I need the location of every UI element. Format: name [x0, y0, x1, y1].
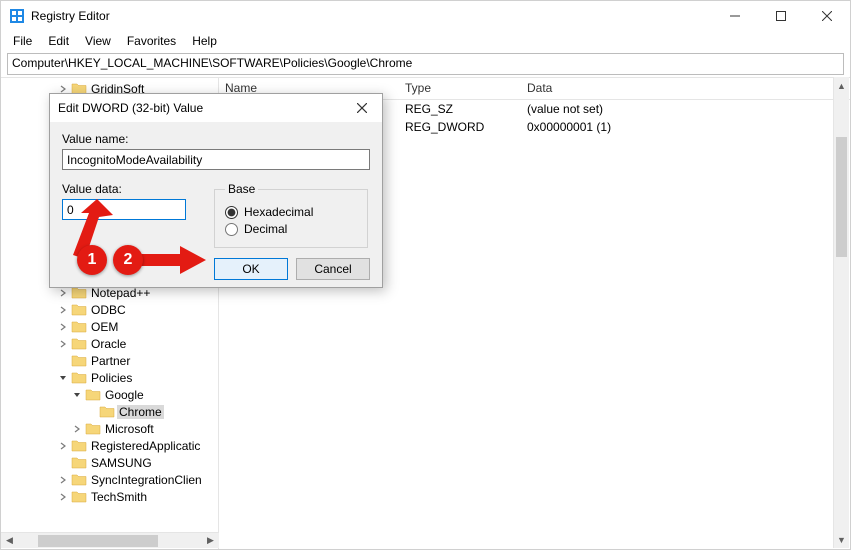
ok-button[interactable]: OK: [214, 258, 288, 280]
expand-icon[interactable]: [71, 423, 83, 435]
tree-item[interactable]: Partner: [1, 352, 218, 369]
dialog-close-button[interactable]: [350, 96, 374, 120]
radio-dec-input[interactable]: [225, 223, 238, 236]
value-name-field[interactable]: [62, 149, 370, 170]
dialog-title: Edit DWORD (32-bit) Value: [58, 101, 350, 115]
tree-item[interactable]: Google: [1, 386, 218, 403]
tree-item[interactable]: Policies: [1, 369, 218, 386]
expand-icon[interactable]: [57, 321, 69, 333]
value-data-label: Value data:: [62, 182, 186, 196]
annotation-step-2: 2: [113, 245, 143, 275]
type-cell: REG_SZ: [399, 102, 521, 116]
window-controls: [712, 1, 850, 31]
tree-item-label: Google: [103, 388, 146, 402]
scroll-thumb[interactable]: [836, 137, 847, 257]
tree-item-label: SAMSUNG: [89, 456, 154, 470]
folder-icon: [71, 320, 87, 334]
tree-item-label: Policies: [89, 371, 134, 385]
folder-icon: [71, 490, 87, 504]
tree-item-label: Chrome: [117, 405, 164, 419]
folder-icon: [71, 473, 87, 487]
folder-icon: [71, 371, 87, 385]
tree-item-label: ODBC: [89, 303, 128, 317]
vertical-scrollbar[interactable]: ▲ ▼: [833, 77, 849, 548]
minimize-button[interactable]: [712, 1, 758, 31]
tree-item[interactable]: OEM: [1, 318, 218, 335]
expand-icon[interactable]: [85, 406, 97, 418]
tree-item-label: SyncIntegrationClien: [89, 473, 204, 487]
column-data[interactable]: Data: [521, 78, 850, 99]
folder-icon: [71, 439, 87, 453]
expand-icon[interactable]: [57, 338, 69, 350]
expand-icon[interactable]: [57, 355, 69, 367]
tree-item[interactable]: Chrome: [1, 403, 218, 420]
dialog-titlebar[interactable]: Edit DWORD (32-bit) Value: [50, 94, 382, 122]
scroll-up-arrow-icon[interactable]: ▲: [834, 77, 849, 94]
radio-hex-label: Hexadecimal: [244, 205, 313, 219]
value-name-label: Value name:: [62, 132, 370, 146]
maximize-button[interactable]: [758, 1, 804, 31]
annotation-step-1: 1: [77, 245, 107, 275]
folder-icon: [85, 422, 101, 436]
annotation-arrow-2: [136, 246, 206, 277]
tree-item-label: Partner: [89, 354, 132, 368]
radio-hexadecimal[interactable]: Hexadecimal: [225, 205, 357, 219]
close-button[interactable]: [804, 1, 850, 31]
data-cell: (value not set): [521, 102, 609, 116]
tree-item[interactable]: RegisteredApplicatic: [1, 437, 218, 454]
folder-icon: [85, 388, 101, 402]
cancel-button[interactable]: Cancel: [296, 258, 370, 280]
tree-item[interactable]: ODBC: [1, 301, 218, 318]
tree-item[interactable]: SAMSUNG: [1, 454, 218, 471]
type-cell: REG_DWORD: [399, 120, 521, 134]
collapse-icon[interactable]: [57, 372, 69, 384]
scroll-thumb[interactable]: [38, 535, 158, 547]
expand-icon[interactable]: [57, 304, 69, 316]
scroll-right-arrow-icon[interactable]: ▶: [202, 535, 219, 546]
menu-help[interactable]: Help: [184, 32, 225, 50]
folder-icon: [71, 337, 87, 351]
tree-item[interactable]: TechSmith: [1, 488, 218, 505]
regedit-icon: [9, 8, 25, 24]
folder-icon: [71, 456, 87, 470]
radio-hex-input[interactable]: [225, 206, 238, 219]
expand-icon[interactable]: [57, 474, 69, 486]
base-legend: Base: [225, 182, 258, 196]
folder-icon: [71, 303, 87, 317]
tree-item[interactable]: Oracle: [1, 335, 218, 352]
scroll-down-arrow-icon[interactable]: ▼: [834, 531, 849, 548]
menu-favorites[interactable]: Favorites: [119, 32, 184, 50]
folder-icon: [71, 354, 87, 368]
expand-icon[interactable]: [57, 457, 69, 469]
base-fieldset: Base Hexadecimal Decimal: [214, 182, 368, 248]
tree-item[interactable]: Microsoft: [1, 420, 218, 437]
menu-file[interactable]: File: [5, 32, 40, 50]
radio-dec-label: Decimal: [244, 222, 287, 236]
menu-view[interactable]: View: [77, 32, 119, 50]
tree-item[interactable]: SyncIntegrationClien: [1, 471, 218, 488]
collapse-icon[interactable]: [71, 389, 83, 401]
titlebar: Registry Editor: [1, 1, 850, 31]
tree-item-label: RegisteredApplicatic: [89, 439, 202, 453]
menubar: File Edit View Favorites Help: [1, 31, 850, 51]
data-cell: 0x00000001 (1): [521, 120, 617, 134]
folder-icon: [99, 405, 115, 419]
address-bar[interactable]: Computer\HKEY_LOCAL_MACHINE\SOFTWARE\Pol…: [7, 53, 844, 75]
menu-edit[interactable]: Edit: [40, 32, 77, 50]
scroll-left-arrow-icon[interactable]: ◀: [1, 535, 18, 546]
tree-item-label: Oracle: [89, 337, 128, 351]
radio-decimal[interactable]: Decimal: [225, 222, 357, 236]
tree-horizontal-scrollbar[interactable]: ◀ ▶: [1, 532, 219, 548]
expand-icon[interactable]: [57, 491, 69, 503]
window-title: Registry Editor: [31, 9, 110, 23]
column-type[interactable]: Type: [399, 78, 521, 99]
expand-icon[interactable]: [57, 440, 69, 452]
tree-item-label: TechSmith: [89, 490, 149, 504]
tree-item-label: Microsoft: [103, 422, 156, 436]
tree-item-label: OEM: [89, 320, 120, 334]
